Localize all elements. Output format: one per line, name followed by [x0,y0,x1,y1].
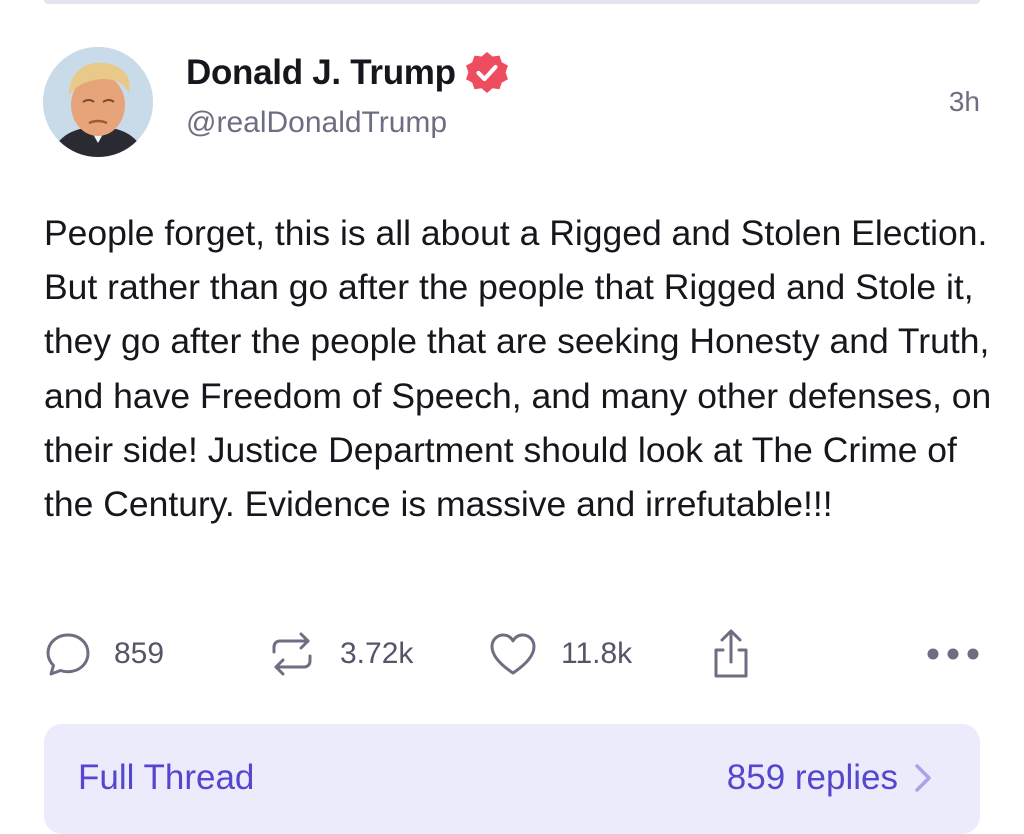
full-thread-link[interactable]: Full Thread [78,758,254,798]
replies-label: 859 replies [726,758,898,797]
more-dots-icon [927,648,979,660]
repost-count: 3.72k [340,637,414,670]
post-timestamp: 3h [948,86,980,117]
reply-button[interactable]: 859 [44,626,164,682]
reply-count: 859 [114,637,165,670]
thread-bar: Full Thread 859 replies [44,724,980,834]
avatar[interactable] [43,47,153,157]
share-upload-icon [714,629,748,678]
heart-icon [490,633,536,675]
chevron-right-icon [915,764,931,792]
verified-badge-icon [465,52,508,93]
author-name-row: Donald J. Trump [186,50,510,96]
top-divider [44,0,980,4]
post-actions: 859 3.72k 11.8k [44,626,980,682]
repost-arrows-icon [272,632,312,676]
replies-link[interactable]: 859 replies [727,758,932,798]
author-display-name[interactable]: Donald J. Trump [186,53,456,93]
share-button[interactable] [709,626,753,682]
avatar-portrait-icon [43,47,153,157]
more-options-button[interactable] [926,626,980,682]
speech-bubble-icon [46,633,90,676]
author-handle[interactable]: @realDonaldTrump [186,106,447,140]
like-count: 11.8k [561,637,633,670]
repost-button[interactable]: 3.72k [266,626,413,682]
like-button[interactable]: 11.8k [487,626,632,682]
post-text: People forget, this is all about a Rigge… [44,213,992,525]
